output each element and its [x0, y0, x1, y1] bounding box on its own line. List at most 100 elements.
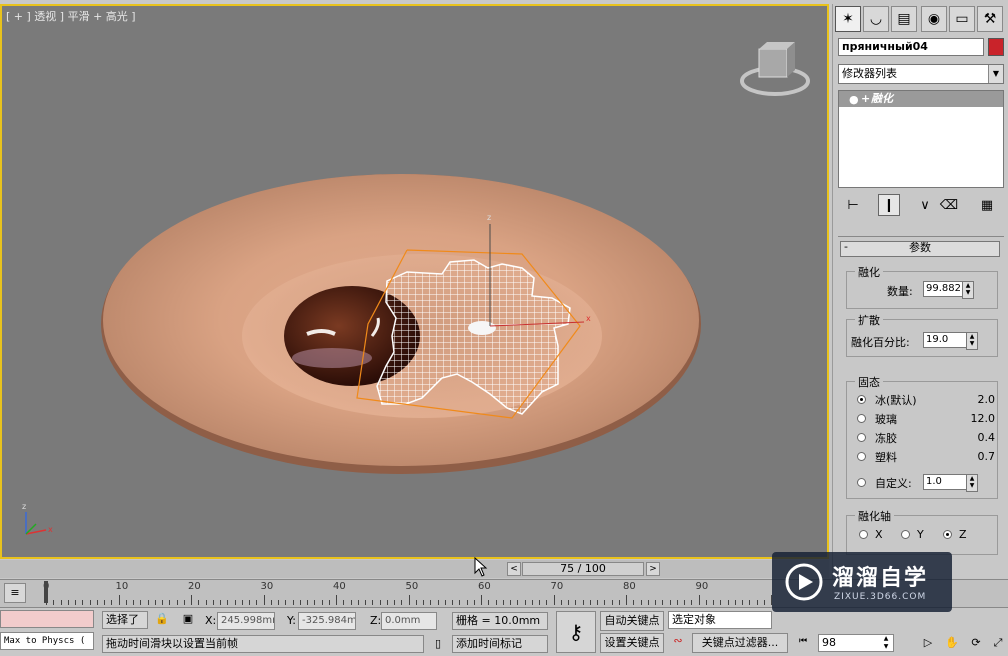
axis-group-label: 融化轴 — [855, 508, 894, 524]
key-curve-icon[interactable]: ∾ — [668, 634, 688, 652]
radio-icon[interactable] — [857, 433, 866, 442]
ruler-tick — [604, 600, 606, 605]
ruler-label: 90 — [695, 581, 709, 592]
radio-icon[interactable] — [857, 452, 866, 461]
rollout-title: 参数 — [909, 241, 931, 254]
solidity-option[interactable]: 玻璃 12.0 — [857, 411, 995, 427]
x-coordinate-field[interactable]: 245.998mm — [217, 612, 275, 630]
time-slider[interactable]: 75 / 100 — [522, 562, 644, 576]
prev-frame-button[interactable]: < — [507, 562, 521, 576]
utilities-icon[interactable]: ⚒ — [977, 6, 1003, 32]
object-name-field[interactable]: пряничный04 — [838, 38, 984, 56]
solidity-option[interactable]: 冻胶 0.4 — [857, 430, 995, 446]
selection-set-dropdown[interactable]: 选定对象 — [668, 611, 772, 629]
pan-hand-icon[interactable]: ✋ — [944, 636, 960, 652]
timeline-ruler[interactable]: 0102030405060708090 — [40, 581, 772, 605]
display-icon[interactable]: ▭ — [949, 6, 975, 32]
spinner-arrows-icon[interactable]: ▲ ▼ — [880, 635, 892, 651]
ruler-tick — [212, 600, 214, 605]
spread-group-label: 扩散 — [855, 312, 883, 328]
add-time-tag[interactable]: 添加时间标记 — [452, 635, 548, 653]
spinner-arrows-icon[interactable]: ▲ ▼ — [966, 474, 978, 492]
parameters-rollout: - 参数 融化 数量: 99.882 ▲ ▼ 扩散 融化百分比: 19.0 ▲ ▼ … — [838, 236, 1004, 582]
ruler-tick — [183, 600, 185, 605]
spread-spinner[interactable]: 19.0 ▲ ▼ — [923, 332, 978, 350]
script-listener-output[interactable]: Max to Physcs ( — [0, 632, 94, 650]
ruler-label: 50 — [405, 581, 419, 592]
spinner-arrows-icon[interactable]: ▲ ▼ — [966, 332, 978, 350]
custom-spinner[interactable]: 1.0 ▲ ▼ — [923, 474, 978, 492]
ruler-label: 10 — [115, 581, 129, 592]
custom-option[interactable]: 自定义: 1.0 ▲ ▼ — [857, 474, 995, 492]
melt-group-label: 融化 — [855, 264, 883, 280]
pin-stack-icon[interactable]: ⊢ — [842, 194, 864, 216]
lightbulb-icon[interactable]: ● — [849, 92, 859, 108]
modifier-list-dropdown[interactable]: 修改器列表 ▼ — [838, 64, 1004, 84]
ruler-tick — [546, 600, 548, 605]
spinner-arrows-icon[interactable]: ▲ ▼ — [962, 281, 974, 299]
amount-spinner[interactable]: 99.882 ▲ ▼ — [923, 281, 974, 299]
ruler-tick — [350, 600, 352, 605]
object-color-swatch[interactable] — [988, 38, 1004, 56]
configure-sets-icon[interactable]: ▦ — [976, 194, 998, 216]
world-axis-icon: z x — [22, 502, 53, 535]
radio-icon[interactable] — [857, 414, 866, 423]
rollout-header[interactable]: - 参数 — [840, 241, 1000, 257]
play-icon[interactable]: ▷ — [920, 636, 936, 652]
z-coordinate-field[interactable]: 0.0mm — [381, 612, 437, 630]
ruler-tick — [372, 600, 374, 605]
key-icon[interactable]: ⚷ — [556, 611, 596, 653]
ruler-tick — [626, 595, 627, 605]
modify-icon[interactable]: ◡ — [863, 6, 889, 32]
radio-icon[interactable] — [859, 530, 868, 539]
hierarchy-icon[interactable]: ▤ — [891, 6, 917, 32]
go-to-start-icon[interactable]: ⏮ — [794, 636, 812, 650]
axis-option-z[interactable]: Z — [943, 528, 983, 542]
maximize-viewport-icon[interactable]: ⤢ — [990, 636, 1006, 652]
ruler-tick — [495, 600, 497, 605]
solidity-option[interactable]: 冰(默认) 2.0 — [857, 392, 995, 408]
motion-icon[interactable]: ◉ — [921, 6, 947, 32]
viewcube-icon[interactable] — [740, 42, 810, 96]
lock-icon[interactable]: 🔒 — [154, 612, 170, 628]
maxscript-mini-listener[interactable] — [0, 610, 94, 628]
ruler-label: 80 — [623, 581, 636, 592]
remove-modifier-icon[interactable]: ⌫ — [938, 194, 960, 216]
ruler-label: 40 — [333, 581, 346, 592]
modifier-stack[interactable]: ● + 融化 — [838, 90, 1004, 188]
spread-label: 融化百分比: — [851, 336, 910, 349]
ruler-tick — [582, 600, 584, 605]
ruler-tick — [285, 600, 287, 605]
stack-item-melt[interactable]: ● + 融化 — [839, 91, 1003, 107]
ruler-tick — [89, 600, 91, 605]
key-filters-button[interactable]: 关键点过滤器... — [692, 633, 788, 653]
next-frame-button[interactable]: > — [646, 562, 660, 576]
radio-icon[interactable] — [857, 478, 866, 487]
expand-icon[interactable]: + — [861, 91, 870, 107]
ruler-tick — [444, 600, 446, 605]
current-frame-marker[interactable] — [44, 581, 48, 603]
solidity-option[interactable]: 塑料 0.7 — [857, 449, 995, 465]
make-unique-icon[interactable]: ∨ — [914, 194, 936, 216]
radio-icon[interactable] — [901, 530, 910, 539]
ruler-tick — [669, 600, 671, 605]
show-end-result-icon[interactable]: ❙ — [878, 194, 900, 216]
y-coordinate-field[interactable]: -325.984m — [298, 612, 356, 630]
absolute-mode-icon[interactable]: ▣ — [180, 612, 196, 628]
solidity-group: 固态 冰(默认) 2.0 玻璃 12.0 冻胶 0.4 塑料 0.7 自定义: … — [846, 374, 998, 499]
create-icon[interactable]: ✶ — [835, 6, 861, 32]
ruler-tick — [379, 600, 381, 605]
axis-option-x[interactable]: X — [859, 528, 899, 542]
axis-option-y[interactable]: Y — [901, 528, 941, 542]
set-key-button[interactable]: 设置关键点 — [600, 633, 664, 653]
radio-icon[interactable] — [943, 530, 952, 539]
perspective-viewport[interactable]: [ + ] 透视 ] 平滑 + 高光 ] z x z x — [0, 4, 829, 559]
radio-icon[interactable] — [857, 395, 866, 404]
orbit-icon[interactable]: ⟳ — [968, 636, 984, 652]
curve-editor-icon[interactable]: ≡ — [4, 583, 26, 603]
ruler-tick — [633, 600, 635, 605]
ruler-tick — [249, 600, 250, 605]
time-tag-icon[interactable]: ▯ — [430, 637, 446, 653]
auto-key-button[interactable]: 自动关键点 — [600, 611, 664, 631]
chevron-down-icon: ▼ — [988, 65, 1003, 83]
